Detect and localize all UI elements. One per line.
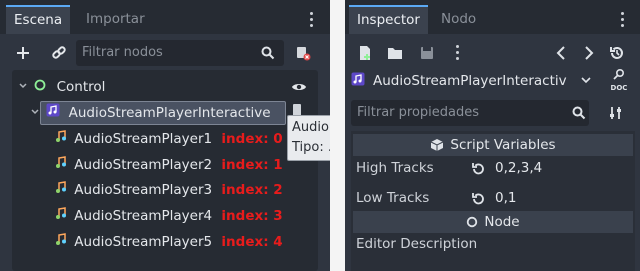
- prop-high-tracks-label: High Tracks: [356, 160, 434, 176]
- filter-properties-input[interactable]: Filtrar propiedades: [351, 100, 589, 126]
- audio-note-icon: [54, 153, 70, 177]
- inspector-menu-icon[interactable]: [621, 12, 625, 28]
- tooltip-line1: Audio: [292, 120, 329, 135]
- tab-scene[interactable]: Escena: [6, 5, 71, 34]
- tree-node-audio-interactive[interactable]: AudioStreamPlayerInteractive: [30, 101, 271, 125]
- control-circle-icon: [34, 75, 48, 99]
- scene-dock: Escena Importar Filtrar nodos Control Au…: [0, 0, 330, 271]
- index-label: index: 4: [221, 234, 283, 250]
- tab-import[interactable]: Importar: [78, 5, 153, 34]
- docs-label: DOC: [610, 84, 628, 92]
- history-list-icon[interactable]: [607, 43, 627, 63]
- tree-node-player[interactable]: AudioStreamPlayer2 index: 1: [54, 153, 283, 177]
- audio-note-icon: [54, 127, 70, 151]
- script-remove-icon[interactable]: [292, 42, 314, 64]
- prop-high-tracks-value[interactable]: 0,2,3,4: [495, 160, 542, 176]
- search-icon: [569, 103, 589, 123]
- section-label: Node: [484, 214, 520, 230]
- save-icon[interactable]: [417, 43, 437, 63]
- open-folder-icon[interactable]: [385, 43, 405, 63]
- node-circle-icon: [467, 216, 478, 228]
- prop-low-tracks-value[interactable]: 0,1: [495, 190, 516, 206]
- scene-menu-icon[interactable]: [310, 12, 314, 28]
- chevron-down-icon[interactable]: [579, 73, 593, 87]
- node-label: AudioStreamPlayer3: [74, 182, 213, 198]
- tooltip-line2: Tipo: .: [292, 140, 330, 155]
- search-icon: [258, 43, 278, 63]
- node-label: AudioStreamPlayer5: [74, 234, 213, 250]
- section-node[interactable]: Node: [353, 211, 633, 233]
- scene-tab-bar: Escena Importar: [0, 0, 330, 34]
- history-back-icon[interactable]: [551, 43, 571, 63]
- docs-button[interactable]: DOC: [605, 68, 633, 92]
- inspector-tab-bar: Inspector Nodo: [345, 0, 640, 34]
- tab-inspector[interactable]: Inspector: [349, 5, 428, 34]
- inspector-dock: Inspector Nodo AudioStreamPlayerInteract…: [345, 0, 640, 271]
- tooltip: Audio Tipo: .: [287, 115, 330, 161]
- audio-note-icon: [54, 204, 70, 228]
- revert-icon[interactable]: [470, 191, 486, 207]
- tab-node[interactable]: Nodo: [433, 5, 484, 34]
- tree-node-player[interactable]: AudioStreamPlayer3 index: 2: [54, 178, 283, 202]
- search-docs-icon: [613, 68, 625, 80]
- resource-menu-icon[interactable]: [456, 45, 460, 61]
- visibility-eye-icon[interactable]: [290, 79, 308, 95]
- section-script-variables[interactable]: Script Variables: [353, 134, 633, 156]
- audio-note-icon: [54, 178, 70, 202]
- prop-editor-description-label: Editor Description: [356, 236, 478, 252]
- dock-gap: [330, 0, 345, 271]
- audio-interactive-icon: [351, 72, 365, 86]
- node-label: AudioStreamPlayer2: [74, 157, 213, 173]
- index-label: index: 2: [221, 182, 283, 198]
- tree-root-control[interactable]: Control: [18, 75, 105, 99]
- chevron-down-icon[interactable]: [18, 75, 30, 99]
- add-node-icon[interactable]: [12, 42, 34, 64]
- tree-node-player[interactable]: AudioStreamPlayer5 index: 4: [54, 230, 283, 254]
- audio-note-icon: [54, 230, 70, 254]
- prop-low-tracks-label: Low Tracks: [356, 190, 430, 206]
- tree-node-player[interactable]: AudioStreamPlayer1 index: 0: [54, 127, 283, 151]
- new-resource-icon[interactable]: [355, 43, 375, 63]
- chevron-down-icon[interactable]: [30, 101, 42, 125]
- link-icon[interactable]: [48, 42, 70, 64]
- revert-icon[interactable]: [470, 161, 486, 177]
- audio-interactive-icon: [46, 101, 62, 125]
- section-label: Script Variables: [450, 137, 556, 153]
- object-selector[interactable]: AudioStreamPlayerInteractiv: [373, 70, 589, 92]
- tree-root-label: Control: [56, 79, 106, 95]
- index-label: index: 1: [221, 157, 283, 173]
- filter-nodes-input[interactable]: Filtrar nodos: [76, 40, 284, 66]
- node-label: AudioStreamPlayer4: [74, 208, 213, 224]
- filter-settings-icon[interactable]: [605, 102, 627, 124]
- history-forward-icon[interactable]: [579, 43, 599, 63]
- selected-node-label: AudioStreamPlayerInteractive: [68, 105, 271, 121]
- cube-icon: [431, 139, 444, 151]
- index-label: index: 3: [221, 208, 283, 224]
- index-label: index: 0: [221, 131, 283, 147]
- tree-node-player[interactable]: AudioStreamPlayer4 index: 3: [54, 204, 283, 228]
- node-label: AudioStreamPlayer1: [74, 131, 213, 147]
